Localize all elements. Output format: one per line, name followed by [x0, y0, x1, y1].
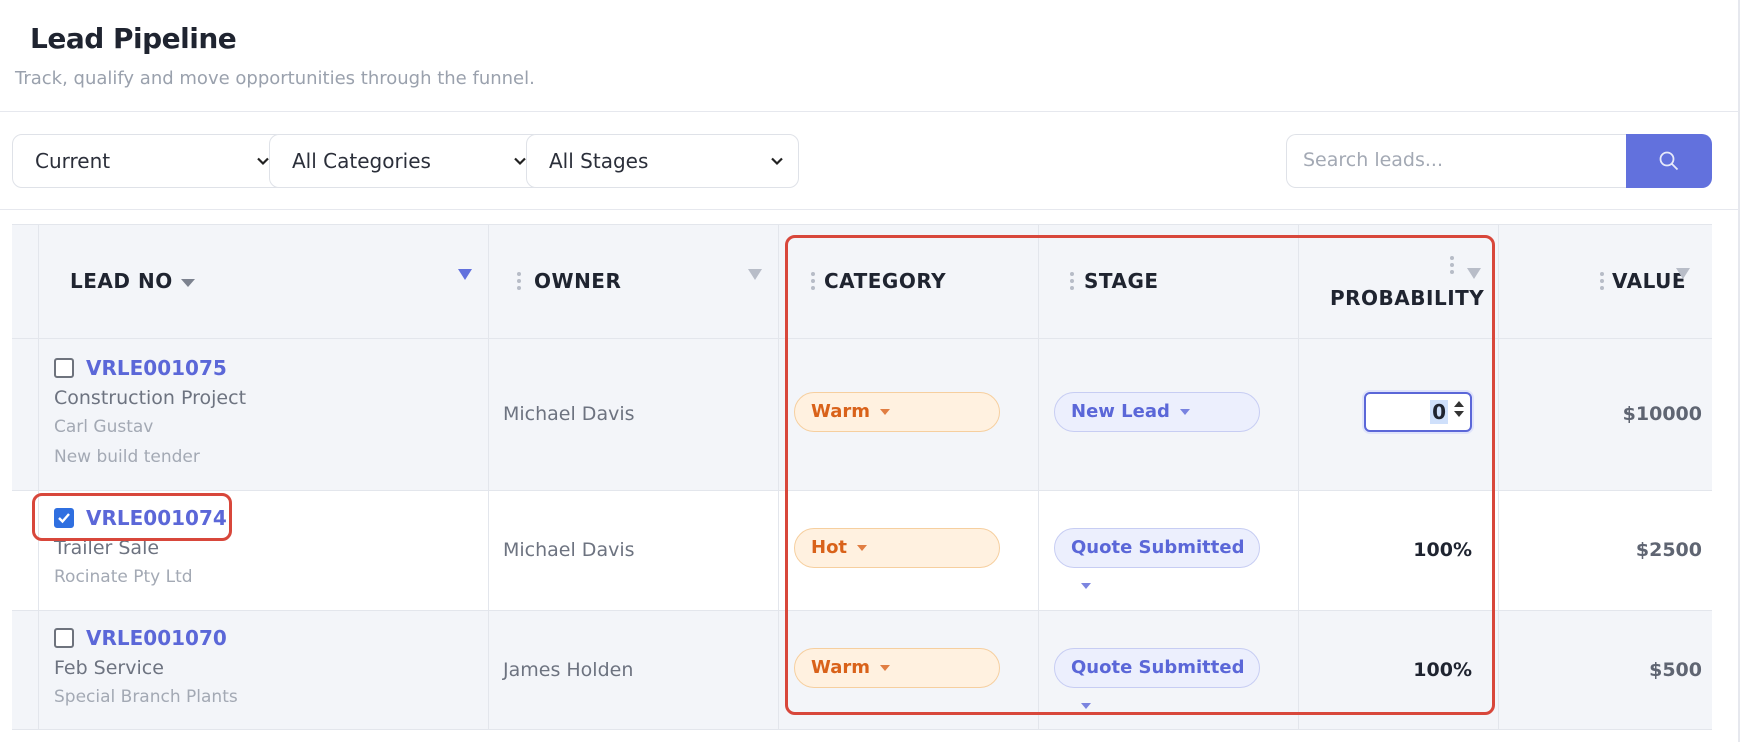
- column-header-value[interactable]: VALUE: [1612, 269, 1686, 293]
- funnel-icon[interactable]: [748, 269, 762, 280]
- funnel-icon[interactable]: [1676, 268, 1690, 279]
- filter-bar: Current All Categories All Stages: [0, 112, 1740, 210]
- lead-value: $10000: [1622, 403, 1702, 425]
- page-header: Lead Pipeline Track, qualify and move op…: [0, 0, 1740, 112]
- column-divider: [38, 224, 39, 730]
- chevron-down-icon: [771, 157, 783, 166]
- drag-handle-icon[interactable]: [1600, 272, 1606, 292]
- highlight-box-category-stage-probability: [785, 235, 1495, 715]
- category-select-value: All Categories: [292, 149, 431, 173]
- search-input[interactable]: [1287, 135, 1607, 185]
- lead-owner: Michael Davis: [503, 403, 635, 425]
- search-icon: [1659, 151, 1679, 171]
- lead-owner: Michael Davis: [503, 539, 635, 561]
- column-header-label: LEAD NO: [70, 269, 173, 293]
- lead-number-link[interactable]: VRLE001075: [86, 356, 227, 380]
- table-bottom-border: [12, 729, 1712, 730]
- drag-handle-icon[interactable]: [517, 272, 523, 292]
- period-select-value: Current: [35, 149, 111, 173]
- highlight-box-selected-lead: [32, 493, 232, 541]
- chevron-down-icon: [257, 157, 269, 166]
- lead-title: Feb Service: [54, 657, 164, 679]
- period-select[interactable]: Current: [12, 134, 285, 188]
- column-divider: [1498, 224, 1499, 730]
- search-field[interactable]: [1286, 134, 1626, 188]
- column-header-owner[interactable]: OWNER: [534, 269, 621, 293]
- row-checkbox[interactable]: [54, 358, 74, 378]
- column-divider: [488, 224, 489, 730]
- lead-contact: Rocinate Pty Ltd: [54, 567, 193, 587]
- category-select[interactable]: All Categories: [269, 134, 542, 188]
- lead-value: $2500: [1635, 539, 1702, 561]
- lead-number-link[interactable]: VRLE001070: [86, 626, 227, 650]
- lead-contact: Special Branch Plants: [54, 687, 238, 707]
- lead-contact: Carl Gustav: [54, 417, 154, 437]
- search-button[interactable]: [1626, 134, 1712, 188]
- page-subtitle: Track, qualify and move opportunities th…: [15, 68, 535, 89]
- page-title: Lead Pipeline: [30, 22, 237, 55]
- row-checkbox[interactable]: [54, 628, 74, 648]
- lead-note: New build tender: [54, 447, 200, 467]
- table-top-border: [12, 224, 1712, 225]
- stage-select[interactable]: All Stages: [526, 134, 799, 188]
- lead-value: $500: [1649, 659, 1702, 681]
- lead-owner: James Holden: [503, 659, 634, 681]
- column-divider: [778, 224, 779, 730]
- funnel-icon[interactable]: [458, 269, 472, 280]
- stage-select-value: All Stages: [549, 149, 649, 173]
- column-header-lead-no[interactable]: LEAD NO: [70, 269, 195, 293]
- lead-title: Construction Project: [54, 387, 247, 409]
- chevron-down-icon: [514, 157, 526, 166]
- sort-desc-icon[interactable]: [180, 278, 195, 287]
